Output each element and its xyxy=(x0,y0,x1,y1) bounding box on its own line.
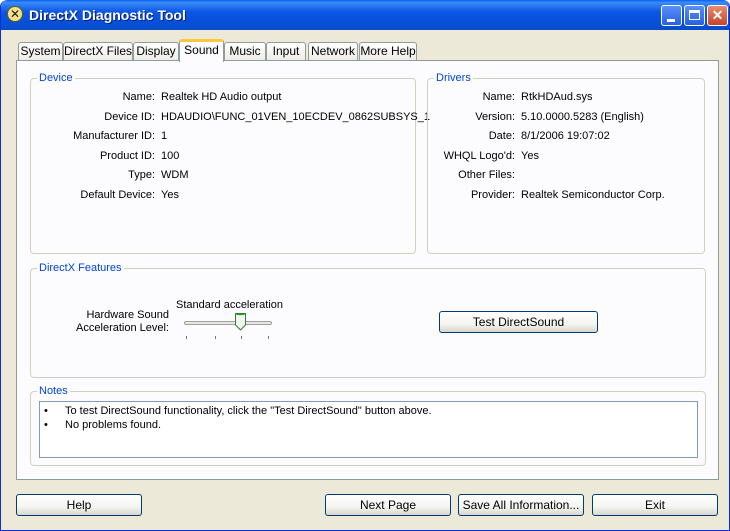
minimize-icon xyxy=(667,19,675,22)
device-group-title: Device xyxy=(37,71,75,85)
window-title: DirectX Diagnostic Tool xyxy=(29,7,186,23)
tab-network[interactable]: Network xyxy=(308,42,358,61)
whql-value: Yes xyxy=(521,150,539,162)
acceleration-slider-thumb[interactable] xyxy=(235,313,246,331)
tab-more-help[interactable]: More Help xyxy=(359,42,417,61)
accel-label-line2: Acceleration Level: xyxy=(76,322,169,334)
help-button[interactable]: Help xyxy=(16,494,142,516)
driver-date-label: Date: xyxy=(488,130,515,142)
driver-version-value: 5.10.0000.5283 (English) xyxy=(521,111,644,123)
manufacturer-id-label: Manufacturer ID: xyxy=(73,130,155,142)
device-id-label: Device ID: xyxy=(104,111,155,123)
slider-tick xyxy=(241,336,242,339)
tab-music[interactable]: Music xyxy=(224,42,266,61)
default-device-value: Yes xyxy=(161,189,179,201)
notes-text-area[interactable]: • To test DirectSound functionality, cli… xyxy=(39,401,698,458)
slider-tick xyxy=(215,336,216,339)
slider-tick xyxy=(268,336,269,339)
close-button[interactable]: ✕ xyxy=(707,5,728,26)
driver-version-label: Version: xyxy=(475,111,515,123)
manufacturer-id-value: 1 xyxy=(161,130,168,142)
slider-tick xyxy=(186,336,187,339)
drivers-group: Drivers xyxy=(427,71,705,254)
tab-display[interactable]: Display xyxy=(133,42,179,61)
note-text: To test DirectSound functionality, click… xyxy=(65,405,432,417)
note-text: No problems found. xyxy=(65,419,161,431)
maximize-button[interactable] xyxy=(684,5,705,26)
device-group: Device xyxy=(30,71,416,254)
drivers-group-title: Drivers xyxy=(434,71,473,85)
tab-sound[interactable]: Sound xyxy=(179,39,224,62)
dxdiag-window: ✕ DirectX Diagnostic Tool ✕ System Direc… xyxy=(0,0,730,531)
notes-title: Notes xyxy=(37,384,70,398)
product-id-value: 100 xyxy=(161,150,180,162)
provider-value: Realtek Semiconductor Corp. xyxy=(521,189,665,201)
driver-date-value: 8/1/2006 19:07:02 xyxy=(521,130,610,142)
maximize-icon xyxy=(689,10,700,20)
close-icon: ✕ xyxy=(711,7,724,23)
device-name-value: Realtek HD Audio output xyxy=(161,91,282,103)
next-page-button[interactable]: Next Page xyxy=(325,494,451,516)
minimize-button[interactable] xyxy=(661,5,682,26)
other-files-label: Other Files: xyxy=(458,169,515,181)
exit-button[interactable]: Exit xyxy=(592,494,718,516)
bullet-icon: • xyxy=(44,405,48,417)
bullet-icon: • xyxy=(44,419,48,431)
provider-label: Provider: xyxy=(470,189,515,201)
accel-level-value: Standard acceleration xyxy=(176,299,284,311)
tab-system[interactable]: System xyxy=(18,42,63,61)
type-label: Type: xyxy=(128,169,155,181)
product-id-label: Product ID: xyxy=(99,150,155,162)
default-device-label: Default Device: xyxy=(80,189,155,201)
device-name-label: Name: xyxy=(122,91,155,103)
driver-name-label: Name: xyxy=(482,91,515,103)
tab-directx-files[interactable]: DirectX Files xyxy=(63,42,133,61)
directx-features-title: DirectX Features xyxy=(37,261,124,275)
acceleration-slider-track[interactable] xyxy=(184,321,272,325)
test-directsound-button[interactable]: Test DirectSound xyxy=(439,311,598,333)
whql-label: WHQL Logo'd: xyxy=(443,150,515,162)
accel-label-line1: Hardware Sound xyxy=(86,309,169,321)
type-value: WDM xyxy=(161,169,189,181)
directx-x-icon: ✕ xyxy=(7,6,23,22)
title-bar[interactable]: ✕ DirectX Diagnostic Tool ✕ xyxy=(1,0,729,30)
tab-input[interactable]: Input xyxy=(266,42,306,61)
driver-name-value: RtkHDAud.sys xyxy=(521,91,593,103)
save-all-information-button[interactable]: Save All Information... xyxy=(458,494,584,516)
